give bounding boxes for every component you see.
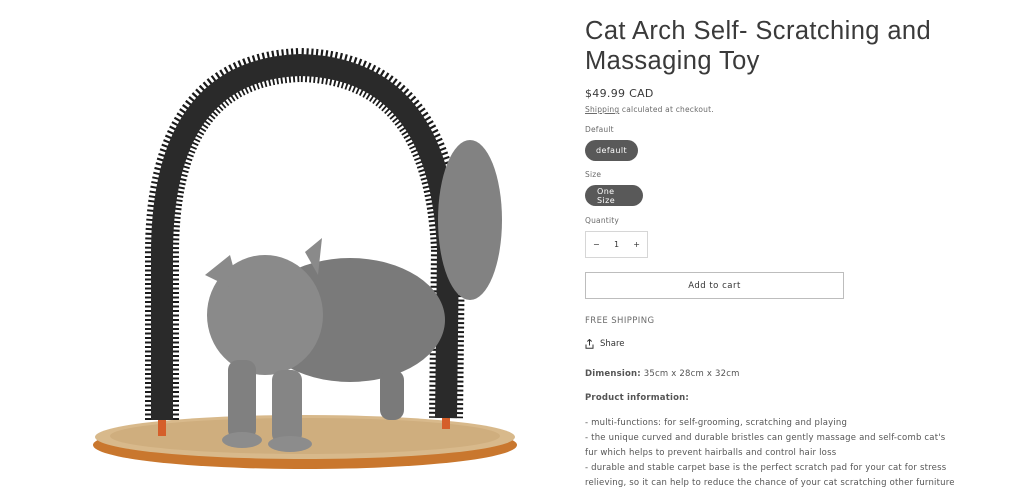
default-option-pill[interactable]: default xyxy=(585,140,638,161)
shipping-note: Shipping calculated at checkout. xyxy=(585,105,714,114)
share-label: Share xyxy=(600,339,625,349)
size-option-label: Size xyxy=(585,170,602,179)
dimension-label: Dimension: xyxy=(585,369,641,379)
default-option-label: Default xyxy=(585,125,614,134)
product-info-heading: Product information: xyxy=(585,393,690,403)
shipping-link[interactable]: Shipping xyxy=(585,105,619,114)
add-to-cart-button[interactable]: Add to cart xyxy=(585,272,844,299)
description-line: - durable and stable carpet base is the … xyxy=(585,463,947,473)
description-list: - multi-functions: for self-grooming, sc… xyxy=(585,416,955,491)
dimension-value: 35cm x 28cm x 32cm xyxy=(640,369,740,379)
product-description: Dimension: 35cm x 28cm x 32cm Product in… xyxy=(585,367,955,491)
description-line: - the unique curved and durable bristles… xyxy=(585,433,946,443)
quantity-label: Quantity xyxy=(585,216,620,225)
share-button[interactable]: Share xyxy=(585,339,625,349)
size-option-pill[interactable]: One Size xyxy=(585,185,643,206)
share-icon xyxy=(585,339,594,349)
description-line: fur which helps to prevent hairballs and… xyxy=(585,448,837,458)
quantity-stepper: − 1 + xyxy=(585,231,648,258)
product-price: $49.99 CAD xyxy=(585,87,654,100)
quantity-decrease-button[interactable]: − xyxy=(593,240,600,249)
dimension-line: Dimension: 35cm x 28cm x 32cm xyxy=(585,367,945,382)
quantity-value[interactable]: 1 xyxy=(614,240,619,249)
description-line: relieving, so it can help to reduce the … xyxy=(585,478,955,488)
cat-arch-illustration xyxy=(93,47,517,469)
description-line: - multi-functions: for self-grooming, sc… xyxy=(585,418,848,428)
product-image[interactable] xyxy=(0,0,560,497)
product-title: Cat Arch Self- Scratching and Massaging … xyxy=(585,17,932,75)
quantity-increase-button[interactable]: + xyxy=(633,240,640,249)
shipping-suffix: calculated at checkout. xyxy=(619,105,714,114)
free-shipping-text: FREE SHIPPING xyxy=(585,316,655,326)
